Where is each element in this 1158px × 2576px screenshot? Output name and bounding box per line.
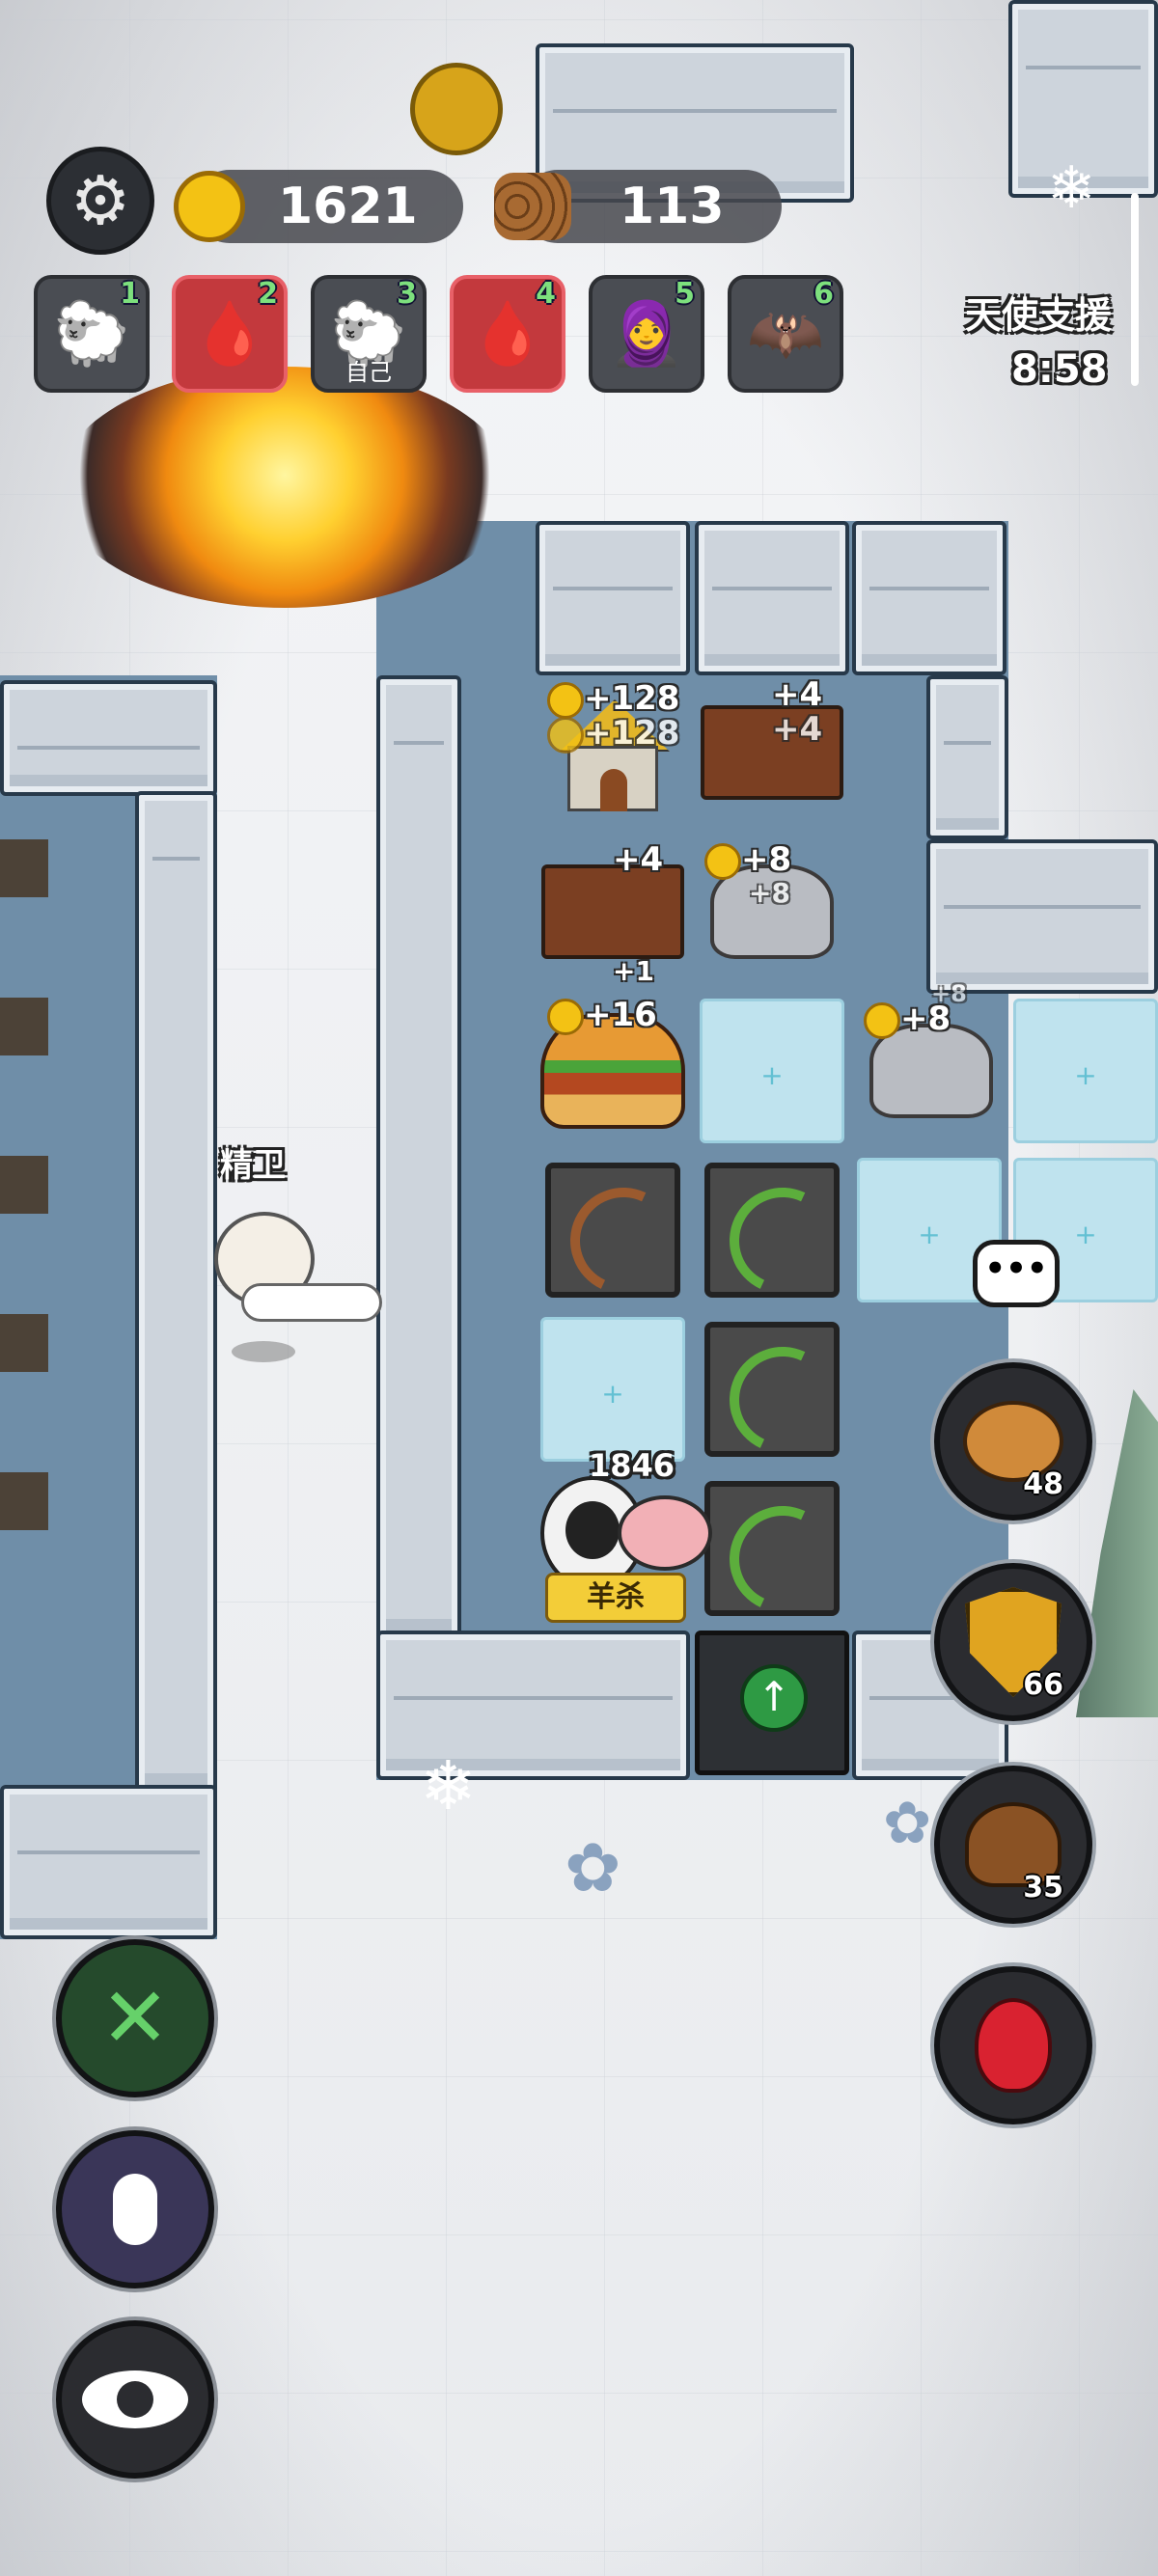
wood-counter: 113 xyxy=(494,170,782,243)
snowflake-icon: ❄ xyxy=(420,1746,477,1825)
player-number: 5 xyxy=(675,277,695,311)
self-tag: 自己 xyxy=(345,359,392,386)
scroll-indicator xyxy=(1131,193,1139,386)
explosion-effect xyxy=(58,367,511,608)
player-slot-1[interactable]: 🐑 1 xyxy=(34,275,150,393)
player-unit[interactable]: 1846 羊杀 xyxy=(521,1447,714,1623)
player-slot-3[interactable]: 🐑 3 自己 xyxy=(311,275,427,393)
stone-quarry[interactable]: +8 +8 xyxy=(695,835,849,989)
player-slot-4[interactable]: 🩸 4 xyxy=(450,275,565,393)
wood-yield-label: +4 xyxy=(613,840,664,879)
poop-button[interactable]: 35 xyxy=(934,1766,1092,1924)
burger-shop[interactable]: +16 xyxy=(536,994,690,1148)
settings-button[interactable]: ⚙ xyxy=(46,147,154,255)
character-name-label: 精卫 xyxy=(220,1146,286,1185)
potion-icon xyxy=(975,1998,1052,2093)
empty-build-slot[interactable]: + xyxy=(1013,999,1158,1143)
voice-button[interactable] xyxy=(56,2130,214,2288)
crossbow-turret[interactable] xyxy=(704,1322,851,1468)
gold-yield-label: +128 xyxy=(584,714,680,753)
ice-wall xyxy=(536,521,690,675)
wood-log-icon xyxy=(494,173,571,240)
eye-icon xyxy=(82,2370,188,2428)
event-title: 天使支援 xyxy=(965,294,1113,337)
player-slot-5[interactable]: 🧕 5 xyxy=(589,275,704,393)
gold-yield-label: +128 xyxy=(584,679,680,718)
shield-button[interactable]: 66 xyxy=(934,1563,1092,1721)
gold-yield-label: +16 xyxy=(584,996,657,1034)
player-number: 6 xyxy=(813,277,834,311)
gear-icon: ⚙ xyxy=(69,161,131,240)
gold-house[interactable]: +128 +128 xyxy=(536,675,690,830)
player-number: 1 xyxy=(120,277,140,311)
potion-button[interactable] xyxy=(934,1966,1092,2124)
unit-action-label[interactable]: 羊杀 xyxy=(545,1573,686,1623)
event-timer: 8:58 xyxy=(1011,347,1108,392)
flower-icon: ✿ xyxy=(565,1828,621,1907)
player-number: 2 xyxy=(258,277,278,311)
poop-count: 35 xyxy=(1023,1871,1063,1905)
ice-wall xyxy=(852,521,1006,675)
ice-wall xyxy=(0,1785,217,1939)
piggy-bank-count: 48 xyxy=(1023,1467,1063,1501)
empty-build-slot[interactable]: + xyxy=(700,999,844,1143)
shield-count: 66 xyxy=(1023,1668,1063,1702)
ghost-sheep-character[interactable]: 精卫 xyxy=(203,1138,396,1370)
ice-wall xyxy=(695,521,849,675)
wood-yield-label: +4 xyxy=(772,710,823,749)
gold-coin-icon xyxy=(174,171,245,242)
wood-yield-label: +4 xyxy=(772,675,823,714)
crossbow-turret[interactable] xyxy=(545,1163,692,1309)
flower-icon: ✿ xyxy=(883,1790,932,1857)
wood-amount: 113 xyxy=(620,178,725,235)
microphone-icon xyxy=(113,2174,157,2245)
lumber-mill[interactable]: +4 +1 xyxy=(536,835,690,989)
lumber-mill[interactable]: +4 +4 xyxy=(695,675,849,830)
claw-monster-icon: 🩸 xyxy=(469,298,546,370)
tools-icon: ✕ xyxy=(99,1970,171,2067)
base-gate[interactable]: ↑ xyxy=(695,1631,849,1775)
upgrade-arrow-icon[interactable]: ↑ xyxy=(740,1664,808,1732)
build-button[interactable]: ✕ xyxy=(56,1939,214,2097)
player-number: 4 xyxy=(536,277,556,311)
player-number: 3 xyxy=(397,277,417,311)
gold-yield-label: +8 xyxy=(931,980,967,1007)
player-slot-2[interactable]: 🩸 2 xyxy=(172,275,288,393)
red-hood-sheep-icon: 🧕 xyxy=(608,298,685,370)
left-base-buildings xyxy=(0,839,48,1611)
crossbow-turret[interactable] xyxy=(704,1481,851,1628)
piggy-bank-button[interactable]: 48 xyxy=(934,1362,1092,1521)
gold-yield-label: +8 xyxy=(741,840,792,879)
gold-yield-label: +8 xyxy=(749,877,790,909)
gold-amount: 1621 xyxy=(278,178,418,235)
masked-hero-icon: 🦇 xyxy=(747,298,824,370)
stone-quarry[interactable]: +8 +8 xyxy=(854,980,1008,1148)
chat-bubble-icon: ••• xyxy=(984,1249,1048,1288)
ice-wall xyxy=(0,680,217,796)
wood-yield-label: +1 xyxy=(613,955,654,987)
crossbow-turret[interactable] xyxy=(704,1163,851,1309)
snowflake-icon: ❄ xyxy=(1047,154,1096,222)
gold-counter: 1621 xyxy=(174,170,463,243)
sheep-avatar-icon: 🐑 xyxy=(53,298,130,370)
empty-build-slot[interactable]: + xyxy=(540,1317,685,1462)
ice-wall xyxy=(926,675,1008,839)
claw-monster-icon: 🩸 xyxy=(191,298,268,370)
chat-button[interactable]: ••• xyxy=(973,1240,1060,1307)
player-slot-6[interactable]: 🦇 6 xyxy=(728,275,843,393)
ice-wall xyxy=(926,839,1158,994)
view-button[interactable] xyxy=(56,2320,214,2479)
pig-companion xyxy=(618,1495,712,1571)
coin-drop-icon[interactable] xyxy=(410,63,503,155)
